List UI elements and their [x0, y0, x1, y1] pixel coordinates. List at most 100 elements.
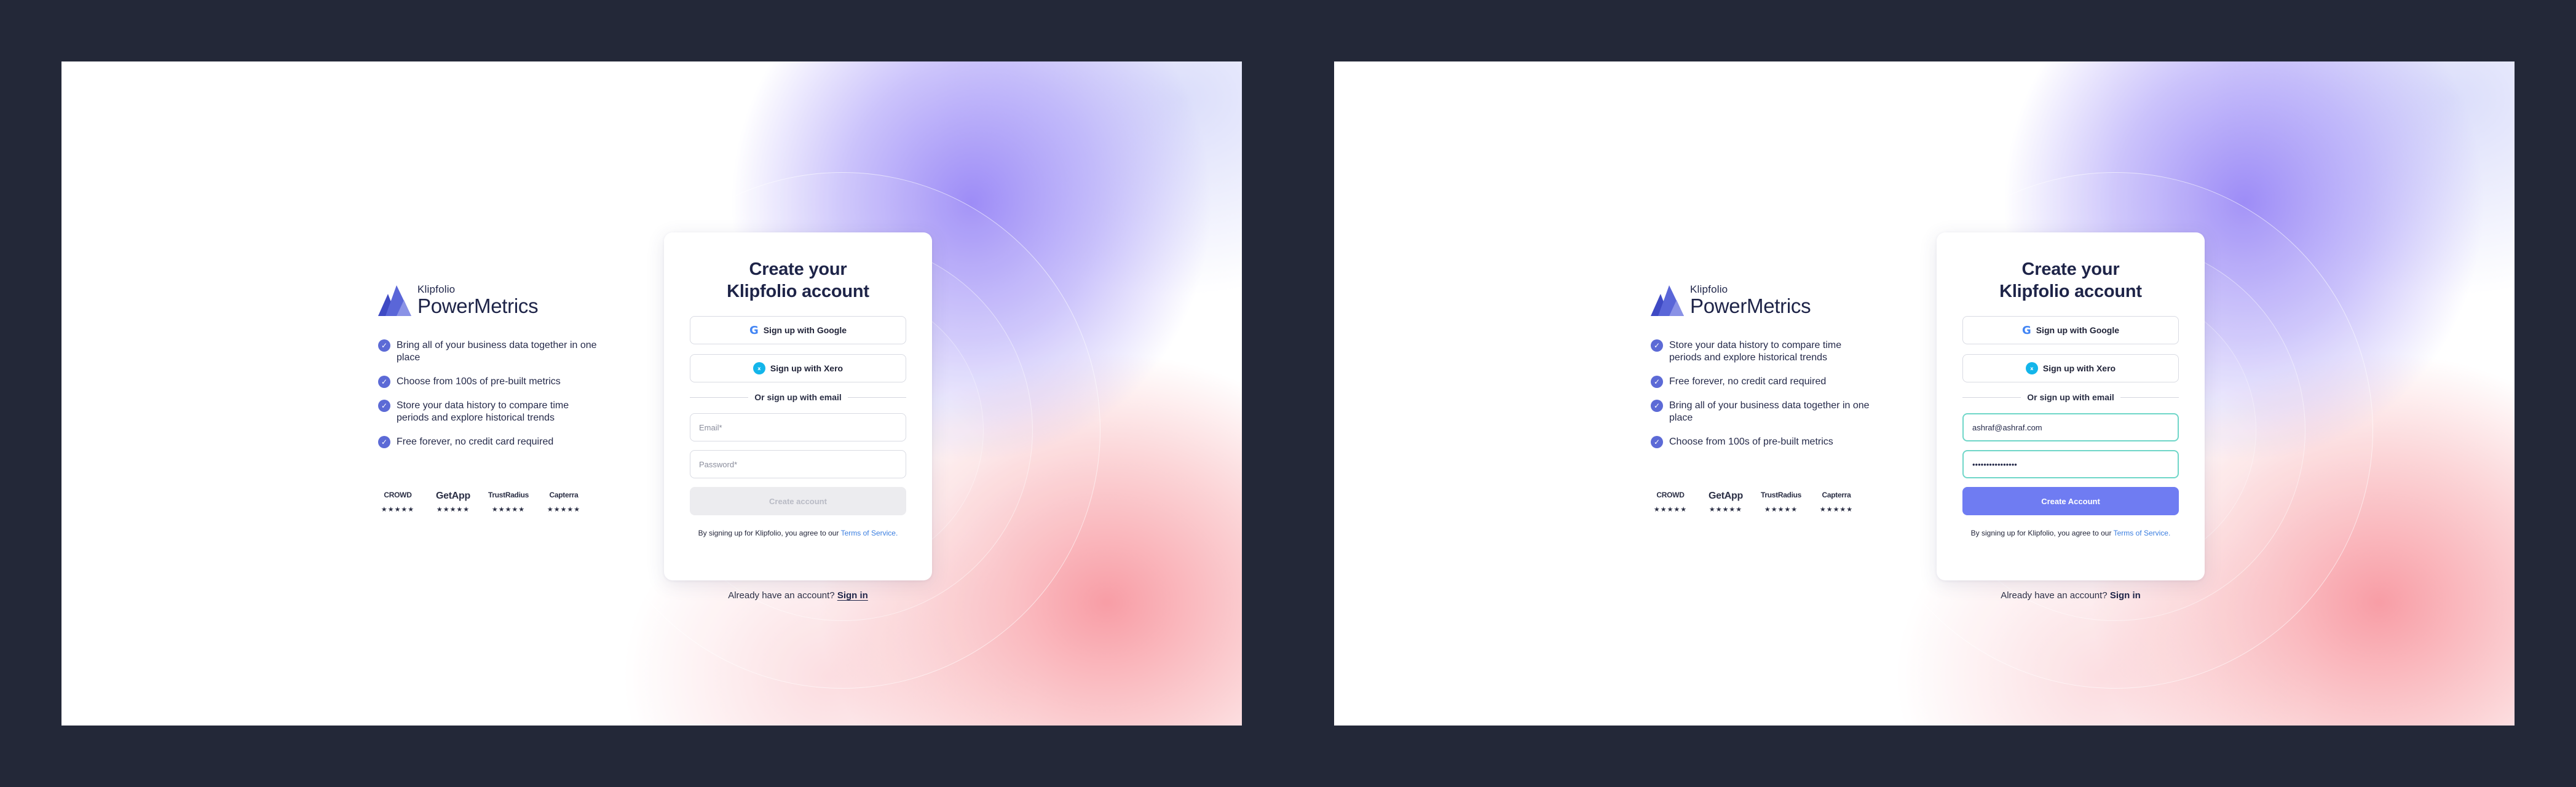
signin-link[interactable]: Sign in: [2110, 590, 2141, 601]
mountain-logo-icon: [378, 285, 411, 316]
divider-line: [690, 397, 749, 398]
card-title-line: Create your: [2021, 259, 2120, 279]
signup-screen-filled: Klipfolio PowerMetrics ✓ Store your data…: [1334, 61, 2515, 726]
rating-source: Capterra: [1822, 491, 1851, 499]
signin-link[interactable]: Sign in: [837, 590, 868, 601]
rating-badge: Capterra ★★★★★: [544, 491, 583, 513]
divider-text: Or sign up with email: [2027, 392, 2114, 402]
password-field[interactable]: [690, 450, 906, 478]
rating-stars: ★★★★★: [1709, 506, 1743, 513]
xero-signup-button[interactable]: x Sign up with Xero: [1962, 354, 2179, 382]
rating-source: GetApp: [436, 491, 470, 501]
check-circle-icon: ✓: [378, 436, 390, 448]
password-field[interactable]: [1962, 450, 2179, 478]
feature-text: Choose from 100s of pre-built metrics: [397, 376, 561, 387]
rating-badge: GetApp ★★★★★: [1706, 491, 1745, 513]
terms-notice: By signing up for Klipfolio, you agree t…: [1962, 529, 2179, 537]
feature-item: ✓ Choose from 100s of pre-built metrics: [378, 376, 599, 388]
rating-stars: ★★★★★: [436, 506, 470, 513]
rating-badge: GetApp ★★★★★: [433, 491, 473, 513]
feature-item: ✓ Store your data history to compare tim…: [378, 400, 599, 424]
feature-item: ✓ Free forever, no credit card required: [378, 436, 599, 448]
rating-source: GetApp: [1709, 491, 1743, 501]
card-title: Create your Klipfolio account: [1962, 258, 2179, 303]
create-account-button[interactable]: Create Account: [1962, 487, 2179, 515]
email-divider: Or sign up with email: [1962, 392, 2179, 402]
brand: Klipfolio PowerMetrics: [378, 283, 539, 317]
rating-source: CROWD: [384, 491, 412, 499]
divider-line: [847, 397, 907, 398]
feature-text: Free forever, no credit card required: [397, 437, 554, 447]
brand-name-small: Klipfolio: [1690, 283, 1728, 295]
mountain-logo-icon: [1651, 285, 1684, 316]
create-account-button[interactable]: Create account: [690, 487, 906, 515]
google-signup-button[interactable]: G Sign up with Google: [690, 316, 906, 344]
rating-stars: ★★★★★: [1653, 506, 1688, 513]
feature-item: ✓ Bring all of your business data togeth…: [1651, 400, 1872, 424]
terms-text: By signing up for Klipfolio, you agree t…: [698, 529, 839, 537]
signin-text: Already have an account?: [2001, 590, 2108, 601]
feature-item: ✓ Free forever, no credit card required: [1651, 376, 1872, 388]
rating-stars: ★★★★★: [381, 506, 415, 513]
feature-list: ✓ Store your data history to compare tim…: [1651, 339, 1872, 460]
feature-item: ✓ Choose from 100s of pre-built metrics: [1651, 436, 1872, 448]
xero-icon: x: [753, 362, 765, 374]
google-g-icon: G: [749, 323, 759, 337]
signup-card: Create your Klipfolio account G Sign up …: [1937, 232, 2205, 580]
rating-stars: ★★★★★: [1764, 506, 1798, 513]
xero-signup-label: Sign up with Xero: [2042, 363, 2116, 373]
terms-of-service-link[interactable]: Terms of Service.: [841, 529, 898, 537]
feature-text: Choose from 100s of pre-built metrics: [1669, 437, 1833, 447]
google-signup-button[interactable]: G Sign up with Google: [1962, 316, 2179, 344]
feature-text: Bring all of your business data together…: [1669, 400, 1870, 423]
signin-prompt: Already have an account? Sign in: [664, 590, 932, 601]
card-title-line: Klipfolio account: [727, 282, 869, 301]
feature-list: ✓ Bring all of your business data togeth…: [378, 339, 599, 460]
rating-badge: TrustRadius ★★★★★: [488, 491, 529, 513]
email-divider: Or sign up with email: [690, 392, 907, 402]
xero-signup-button[interactable]: x Sign up with Xero: [690, 354, 906, 382]
google-signup-label: Sign up with Google: [2036, 325, 2120, 335]
signup-screen-empty: Klipfolio PowerMetrics ✓ Bring all of yo…: [61, 61, 1242, 726]
brand-name-small: Klipfolio: [417, 283, 456, 295]
terms-of-service-link[interactable]: Terms of Service.: [2114, 529, 2171, 537]
card-title-line: Klipfolio account: [1999, 282, 2142, 301]
xero-icon: x: [2025, 362, 2038, 374]
divider-line: [1962, 397, 2021, 398]
terms-notice: By signing up for Klipfolio, you agree t…: [690, 529, 906, 537]
rating-source: CROWD: [1656, 491, 1685, 499]
signup-card: Create your Klipfolio account G Sign up …: [664, 232, 932, 580]
check-circle-icon: ✓: [378, 376, 390, 388]
divider-line: [2120, 397, 2179, 398]
rating-source: Capterra: [549, 491, 579, 499]
check-circle-icon: ✓: [1651, 339, 1663, 352]
terms-text: By signing up for Klipfolio, you agree t…: [1970, 529, 2112, 537]
rating-badge: CROWD ★★★★★: [378, 491, 417, 513]
xero-signup-label: Sign up with Xero: [770, 363, 844, 373]
rating-stars: ★★★★★: [547, 506, 581, 513]
check-circle-icon: ✓: [1651, 400, 1663, 412]
divider-text: Or sign up with email: [754, 392, 842, 402]
rating-stars: ★★★★★: [491, 506, 526, 513]
feature-text: Store your data history to compare time …: [397, 400, 569, 423]
feature-item: ✓ Store your data history to compare tim…: [1651, 339, 1872, 364]
email-field[interactable]: [1962, 413, 2179, 441]
email-field[interactable]: [690, 413, 906, 441]
rating-badge: CROWD ★★★★★: [1651, 491, 1690, 513]
check-circle-icon: ✓: [378, 400, 390, 412]
review-ratings: CROWD ★★★★★ GetApp ★★★★★ TrustRadius ★★★…: [1651, 491, 1856, 513]
brand-name-product: PowerMetrics: [417, 295, 539, 317]
rating-source: TrustRadius: [488, 491, 529, 499]
rating-badge: Capterra ★★★★★: [1817, 491, 1856, 513]
google-g-icon: G: [2021, 323, 2031, 337]
check-circle-icon: ✓: [1651, 376, 1663, 388]
check-circle-icon: ✓: [1651, 436, 1663, 448]
feature-text: Bring all of your business data together…: [397, 340, 597, 363]
card-title: Create your Klipfolio account: [690, 258, 906, 303]
brand: Klipfolio PowerMetrics: [1651, 284, 1811, 316]
check-circle-icon: ✓: [378, 339, 390, 352]
feature-text: Free forever, no credit card required: [1669, 376, 1827, 387]
google-signup-label: Sign up with Google: [763, 325, 847, 335]
card-title-line: Create your: [749, 259, 847, 279]
rating-source: TrustRadius: [1760, 491, 1802, 499]
